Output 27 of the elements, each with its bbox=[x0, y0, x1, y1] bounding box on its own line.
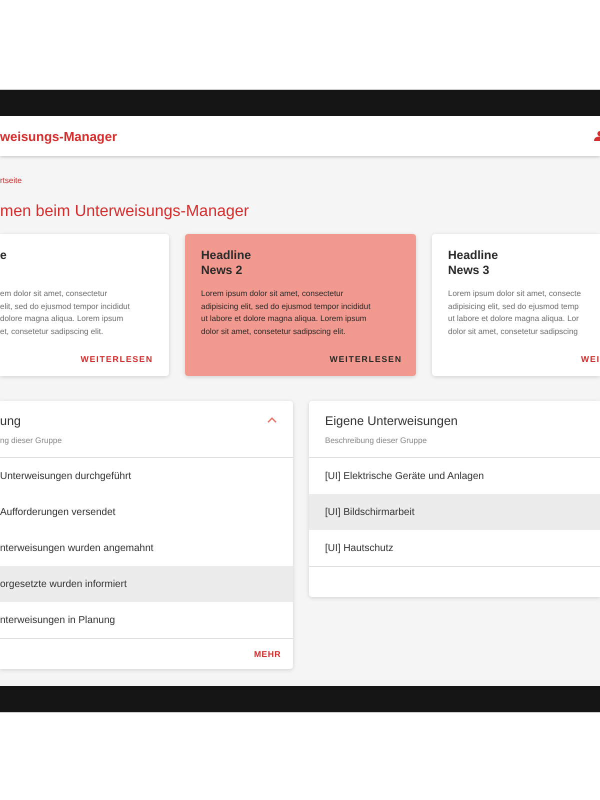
card-headline: Headline News 2 bbox=[201, 248, 252, 278]
list-item[interactable]: [UI] Hautschutz bbox=[309, 530, 600, 566]
group-title: Eigene Unterweisungen bbox=[325, 413, 458, 429]
app-title: weisungs-Manager bbox=[0, 128, 118, 144]
chevron-up-icon[interactable] bbox=[267, 417, 277, 423]
list-item[interactable]: nterweisungen wurden angemahnt bbox=[0, 530, 293, 566]
list-item[interactable]: nterweisungen in Planung bbox=[0, 602, 293, 638]
group-title: ung bbox=[0, 413, 22, 429]
list-item[interactable]: [UI] Elektrische Geräte und Anlagen bbox=[309, 458, 600, 494]
group-description: Beschreibung dieser Gruppe bbox=[325, 436, 428, 445]
read-more-button[interactable]: WEI bbox=[580, 352, 600, 366]
read-more-button[interactable]: WEITERLESEN bbox=[330, 352, 402, 366]
list-item[interactable]: [UI] Bildschirmarbeit bbox=[309, 494, 600, 530]
card-text: em dolor sit amet, consectetur elit, sed do ejusmod tempor incididut dolore magna aliqua. Lorem ipsum et, consetetur sadipscing elit. bbox=[0, 288, 131, 338]
card-text: Lorem ipsum dolor sit amet, consecte adipisicing elit, sed do ejusmod temp ut labore et dolore magna aliqua. Lor dolor sit amet, consetetur sadipscing bbox=[448, 288, 582, 338]
card-text: Lorem ipsum dolor sit amet, consectetur adipisicing elit, sed do ejusmod tempor incididut ut labore et dolore magna aliqua. Lorem ipsum dolor sit amet, consetetur sadipscing elit. bbox=[201, 288, 372, 338]
breadcrumb-link[interactable]: rtseite bbox=[0, 176, 600, 186]
page-title: men beim Unterweisungs-Manager bbox=[0, 202, 250, 222]
more-button[interactable]: MEHR bbox=[254, 647, 281, 661]
card-headline: Headline News 3 bbox=[448, 248, 500, 278]
card-headline: e bbox=[0, 248, 8, 264]
group-description: ng dieser Gruppe bbox=[0, 436, 62, 445]
read-more-button[interactable]: WEITERLESEN bbox=[80, 352, 153, 366]
list-item[interactable]: Unterweisungen durchgeführt bbox=[0, 458, 293, 494]
list-item[interactable]: Aufforderungen versendet bbox=[0, 494, 293, 530]
user-icon[interactable] bbox=[593, 131, 600, 141]
list-item[interactable]: orgesetzte wurden informiert bbox=[0, 566, 293, 602]
